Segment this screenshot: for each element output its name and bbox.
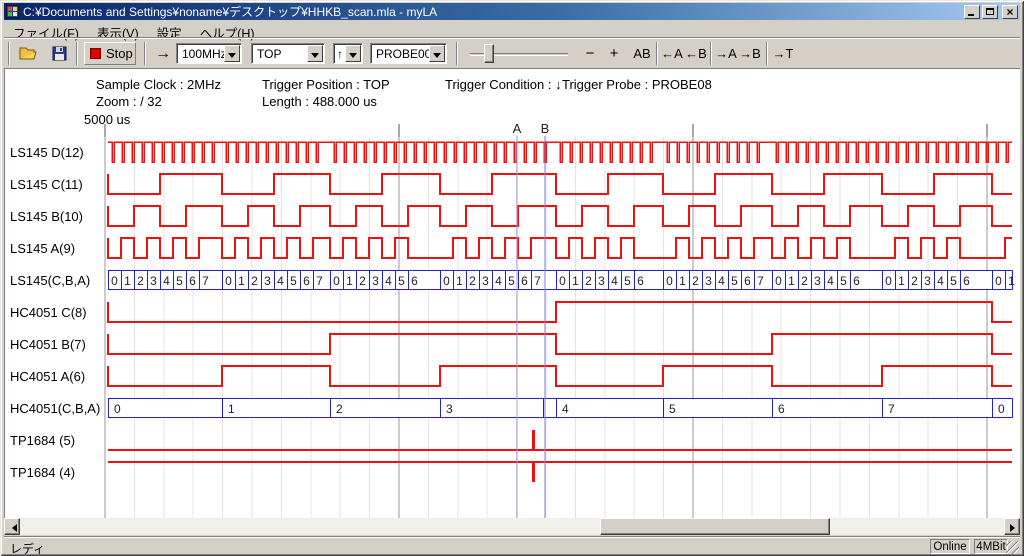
goto-cursor-a-right-button[interactable]: →A: [714, 42, 738, 65]
close-button[interactable]: ×: [1002, 5, 1018, 19]
channel-label: HC4051 B(7): [10, 337, 106, 352]
time-scale-label: 5000 us: [84, 112, 130, 127]
stop-button[interactable]: Stop: [84, 42, 136, 65]
menubar: ファイル(F) 表示(V) 設定 ヘルプ(H): [4, 22, 1020, 38]
right-arrow-icon: [1010, 524, 1019, 532]
channel-label: LS145 A(9): [10, 241, 106, 256]
maximize-button[interactable]: [982, 5, 998, 19]
sample-clock-info: Sample Clock : 2MHz: [96, 77, 221, 92]
trigger-edge-combobox[interactable]: ↑: [333, 43, 363, 64]
toolbar-separator: [710, 42, 712, 65]
zoom-info: Zoom : / 32: [96, 94, 162, 109]
goto-trigger-button[interactable]: →T: [770, 42, 796, 65]
status-ready-text: レディ: [10, 540, 45, 556]
resize-grip[interactable]: [1006, 541, 1019, 554]
toolbar-separator: [76, 42, 78, 65]
channel-label: HC4051 C(8): [10, 305, 106, 320]
scrollbar-thumb[interactable]: [600, 518, 830, 535]
chevron-down-icon[interactable]: [429, 45, 445, 62]
trigger-position-combobox[interactable]: TOP: [251, 43, 325, 64]
toolbar: Stop → 100MHz TOP ↑ PROBE00 − + AB ←A: [4, 38, 1020, 67]
minimize-icon: [968, 14, 974, 16]
minimize-button[interactable]: [964, 5, 980, 19]
open-folder-icon: [19, 46, 39, 61]
scroll-right-button[interactable]: [1004, 518, 1020, 535]
trigger-condition-info: Trigger Condition : ↓: [445, 77, 562, 92]
window-title: C:¥Documents and Settings¥noname¥デスクトップ¥…: [23, 3, 437, 20]
length-info: Length : 488.000 us: [262, 94, 377, 109]
trigger-probe-combobox[interactable]: PROBE00: [370, 43, 447, 64]
save-button[interactable]: [46, 42, 72, 65]
trigger-position-value: TOP: [257, 47, 281, 61]
channel-label: HC4051 A(6): [10, 369, 106, 384]
channel-label: HC4051(C,B,A): [10, 401, 106, 416]
channel-label: LS145 C(11): [10, 177, 106, 192]
channel-label: LS145(C,B,A): [10, 273, 106, 288]
status-online-pane: Online: [930, 539, 970, 554]
trigger-edge-value: ↑: [337, 47, 343, 61]
sample-clock-combobox[interactable]: 100MHz: [176, 43, 242, 64]
goto-cursor-b-right-button[interactable]: →B: [738, 42, 762, 65]
open-file-button[interactable]: [16, 42, 42, 65]
scroll-left-button[interactable]: [4, 518, 20, 535]
status-memory-pane: 4MBit: [974, 539, 1008, 554]
toolbar-separator: [766, 42, 768, 65]
waveform-client-area: [4, 68, 1020, 518]
maximize-icon: [986, 8, 994, 15]
zoom-in-button[interactable]: +: [604, 42, 624, 65]
toolbar-separator: [456, 42, 458, 65]
channel-label: TP1684 (4): [10, 465, 106, 480]
goto-cursor-b-left-button[interactable]: ←B: [684, 42, 708, 65]
toolbar-separator: [656, 42, 658, 65]
slider-thumb[interactable]: [484, 44, 494, 63]
run-button[interactable]: →: [150, 42, 176, 65]
left-arrow-icon: [8, 524, 17, 532]
chevron-down-icon[interactable]: [307, 45, 323, 62]
zoom-out-button[interactable]: −: [580, 42, 600, 65]
trigger-probe-value: PROBE00: [376, 47, 431, 61]
menu-help[interactable]: ヘルプ(H): [191, 22, 264, 38]
toolbar-grip: [8, 42, 10, 65]
trigger-probe-info: Trigger Probe : PROBE08: [562, 77, 712, 92]
app-icon: [6, 5, 19, 18]
ab-button[interactable]: AB: [628, 42, 656, 65]
chevron-down-icon[interactable]: [345, 45, 361, 62]
horizontal-scrollbar[interactable]: [4, 518, 1020, 535]
titlebar[interactable]: C:¥Documents and Settings¥noname¥デスクトップ¥…: [4, 3, 1020, 20]
stop-label: Stop: [106, 46, 133, 61]
trigger-position-info: Trigger Position : TOP: [262, 77, 390, 92]
goto-cursor-a-left-button[interactable]: ←A: [660, 42, 684, 65]
sample-clock-value: 100MHz: [182, 47, 227, 61]
toolbar-separator: [144, 42, 146, 65]
statusbar: レディ Online 4MBit: [4, 537, 1020, 554]
channel-label: LS145 B(10): [10, 209, 106, 224]
app-window: C:¥Documents and Settings¥noname¥デスクトップ¥…: [0, 0, 1024, 556]
chevron-down-icon[interactable]: [224, 45, 240, 62]
menu-file[interactable]: ファイル(F): [4, 22, 88, 38]
stop-icon: [90, 48, 101, 59]
channel-label: LS145 D(12): [10, 145, 106, 160]
channel-label: TP1684 (5): [10, 433, 106, 448]
floppy-disk-icon: [52, 46, 67, 61]
menu-settings[interactable]: 設定: [148, 22, 191, 38]
zoom-slider[interactable]: [468, 42, 570, 65]
menu-view[interactable]: 表示(V): [88, 22, 148, 38]
